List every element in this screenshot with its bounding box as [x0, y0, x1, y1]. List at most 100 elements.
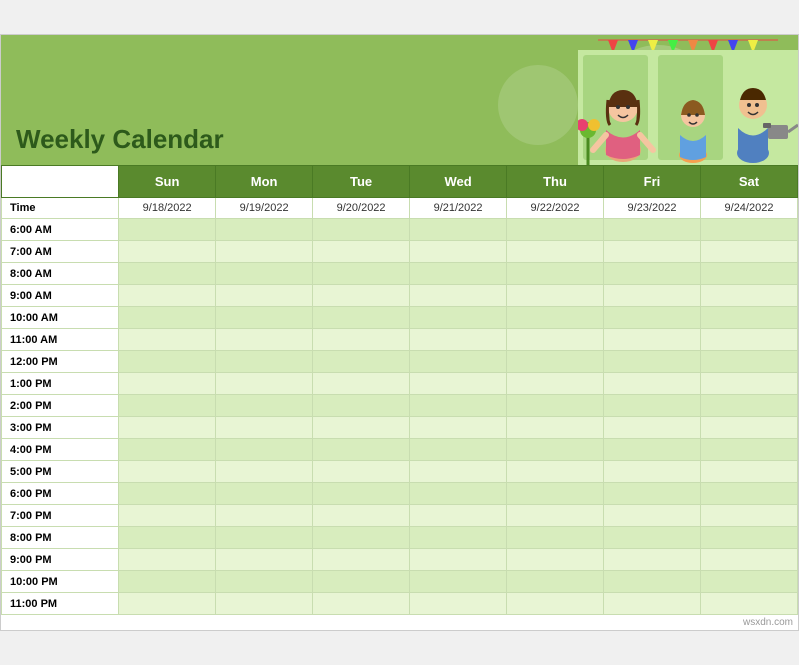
event-cell[interactable] [313, 395, 410, 417]
event-cell[interactable] [700, 439, 797, 461]
event-cell[interactable] [700, 219, 797, 241]
event-cell[interactable] [410, 505, 507, 527]
event-cell[interactable] [604, 263, 701, 285]
event-cell[interactable] [119, 549, 216, 571]
event-cell[interactable] [313, 329, 410, 351]
event-cell[interactable] [313, 285, 410, 307]
event-cell[interactable] [119, 263, 216, 285]
event-cell[interactable] [216, 329, 313, 351]
event-cell[interactable] [119, 285, 216, 307]
event-cell[interactable] [507, 285, 604, 307]
event-cell[interactable] [216, 373, 313, 395]
event-cell[interactable] [216, 285, 313, 307]
event-cell[interactable] [313, 593, 410, 615]
event-cell[interactable] [313, 351, 410, 373]
event-cell[interactable] [119, 241, 216, 263]
event-cell[interactable] [313, 461, 410, 483]
event-cell[interactable] [410, 219, 507, 241]
event-cell[interactable] [410, 549, 507, 571]
event-cell[interactable] [507, 263, 604, 285]
event-cell[interactable] [604, 373, 701, 395]
event-cell[interactable] [507, 527, 604, 549]
event-cell[interactable] [119, 439, 216, 461]
event-cell[interactable] [313, 241, 410, 263]
event-cell[interactable] [410, 329, 507, 351]
event-cell[interactable] [700, 307, 797, 329]
event-cell[interactable] [216, 461, 313, 483]
event-cell[interactable] [410, 241, 507, 263]
event-cell[interactable] [119, 571, 216, 593]
event-cell[interactable] [507, 417, 604, 439]
event-cell[interactable] [507, 373, 604, 395]
event-cell[interactable] [410, 351, 507, 373]
event-cell[interactable] [700, 593, 797, 615]
event-cell[interactable] [604, 505, 701, 527]
event-cell[interactable] [410, 571, 507, 593]
event-cell[interactable] [119, 527, 216, 549]
event-cell[interactable] [507, 505, 604, 527]
event-cell[interactable] [700, 505, 797, 527]
event-cell[interactable] [507, 395, 604, 417]
event-cell[interactable] [410, 307, 507, 329]
event-cell[interactable] [216, 417, 313, 439]
event-cell[interactable] [313, 219, 410, 241]
event-cell[interactable] [700, 373, 797, 395]
event-cell[interactable] [604, 351, 701, 373]
event-cell[interactable] [313, 417, 410, 439]
event-cell[interactable] [507, 571, 604, 593]
event-cell[interactable] [410, 593, 507, 615]
event-cell[interactable] [507, 439, 604, 461]
event-cell[interactable] [410, 483, 507, 505]
event-cell[interactable] [410, 373, 507, 395]
event-cell[interactable] [313, 483, 410, 505]
event-cell[interactable] [119, 483, 216, 505]
event-cell[interactable] [700, 263, 797, 285]
event-cell[interactable] [604, 439, 701, 461]
event-cell[interactable] [604, 307, 701, 329]
event-cell[interactable] [313, 263, 410, 285]
event-cell[interactable] [604, 571, 701, 593]
event-cell[interactable] [410, 285, 507, 307]
event-cell[interactable] [119, 417, 216, 439]
event-cell[interactable] [507, 307, 604, 329]
event-cell[interactable] [507, 461, 604, 483]
event-cell[interactable] [313, 505, 410, 527]
event-cell[interactable] [313, 549, 410, 571]
event-cell[interactable] [507, 329, 604, 351]
event-cell[interactable] [216, 571, 313, 593]
event-cell[interactable] [507, 219, 604, 241]
event-cell[interactable] [216, 395, 313, 417]
event-cell[interactable] [604, 285, 701, 307]
event-cell[interactable] [119, 593, 216, 615]
event-cell[interactable] [313, 571, 410, 593]
event-cell[interactable] [119, 329, 216, 351]
event-cell[interactable] [604, 593, 701, 615]
event-cell[interactable] [700, 571, 797, 593]
event-cell[interactable] [604, 241, 701, 263]
event-cell[interactable] [216, 505, 313, 527]
event-cell[interactable] [604, 461, 701, 483]
event-cell[interactable] [313, 439, 410, 461]
event-cell[interactable] [119, 351, 216, 373]
event-cell[interactable] [216, 593, 313, 615]
event-cell[interactable] [410, 263, 507, 285]
event-cell[interactable] [507, 483, 604, 505]
event-cell[interactable] [507, 549, 604, 571]
event-cell[interactable] [700, 329, 797, 351]
event-cell[interactable] [700, 241, 797, 263]
event-cell[interactable] [313, 527, 410, 549]
event-cell[interactable] [700, 395, 797, 417]
event-cell[interactable] [700, 483, 797, 505]
event-cell[interactable] [410, 439, 507, 461]
event-cell[interactable] [700, 417, 797, 439]
event-cell[interactable] [216, 527, 313, 549]
event-cell[interactable] [216, 351, 313, 373]
event-cell[interactable] [604, 417, 701, 439]
event-cell[interactable] [313, 373, 410, 395]
event-cell[interactable] [700, 351, 797, 373]
event-cell[interactable] [507, 241, 604, 263]
event-cell[interactable] [216, 263, 313, 285]
event-cell[interactable] [119, 307, 216, 329]
event-cell[interactable] [119, 505, 216, 527]
event-cell[interactable] [119, 219, 216, 241]
